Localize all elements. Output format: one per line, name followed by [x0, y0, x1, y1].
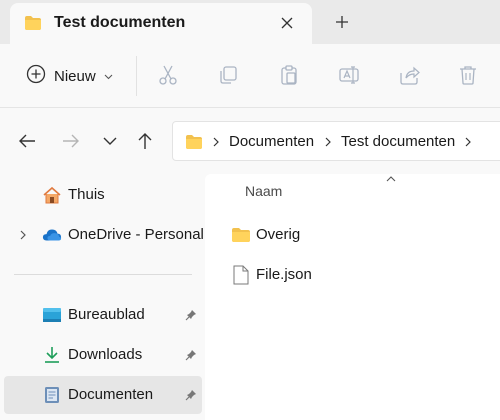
pin-icon[interactable]	[184, 388, 198, 402]
forward-button[interactable]	[59, 129, 83, 153]
command-bar: Nieuw	[0, 44, 500, 108]
navigation-pane: Thuis OneDrive - Personal Bureaublad Dow…	[0, 174, 205, 420]
address-bar[interactable]: Documenten Test documenten	[172, 121, 500, 161]
chevron-right-icon[interactable]	[211, 135, 221, 149]
rename-icon	[339, 66, 359, 84]
plus-icon	[336, 16, 348, 28]
chevron-right-icon[interactable]	[463, 135, 473, 149]
scissors-icon	[159, 65, 177, 85]
recent-locations-button[interactable]	[98, 129, 122, 153]
sidebar-item-documenten[interactable]: Documenten	[4, 376, 202, 414]
clipboard-icon	[281, 65, 297, 85]
tab-title: Test documenten	[54, 14, 186, 31]
rename-button[interactable]	[336, 62, 362, 88]
home-icon	[42, 186, 62, 204]
arrow-right-icon	[63, 134, 79, 148]
tab-test-documenten[interactable]: Test documenten	[10, 3, 312, 44]
sidebar-item-label: Bureaublad	[68, 306, 145, 323]
share-icon	[400, 66, 420, 85]
trash-icon	[460, 66, 476, 85]
desktop-icon	[42, 306, 62, 324]
folder-icon	[231, 225, 251, 245]
folder-icon	[185, 134, 203, 155]
sidebar-divider	[14, 274, 192, 275]
arrow-left-icon	[19, 134, 35, 148]
copy-icon	[220, 66, 237, 84]
pin-icon[interactable]	[184, 348, 198, 362]
sidebar-item-onedrive[interactable]: OneDrive - Personal	[4, 216, 204, 254]
pin-icon[interactable]	[184, 308, 198, 322]
sidebar-item-label: Downloads	[68, 346, 143, 363]
sidebar-item-thuis[interactable]: Thuis	[4, 176, 202, 214]
new-button-label: Nieuw	[54, 67, 96, 85]
close-icon[interactable]	[275, 11, 299, 35]
list-item[interactable]: Overig	[223, 216, 493, 252]
document-icon	[42, 386, 62, 404]
cloud-icon	[42, 226, 62, 244]
folder-icon	[24, 15, 42, 31]
delete-button[interactable]	[455, 62, 481, 88]
up-button[interactable]	[133, 129, 157, 153]
share-button[interactable]	[396, 62, 422, 88]
download-icon	[42, 346, 62, 364]
toolbar-divider	[136, 56, 137, 96]
new-button[interactable]: Nieuw	[18, 58, 121, 94]
back-button[interactable]	[15, 129, 39, 153]
sidebar-item-label: OneDrive - Personal	[68, 226, 204, 243]
chevron-right-icon[interactable]	[323, 135, 333, 149]
chevron-right-icon[interactable]	[18, 228, 28, 242]
file-name: Overig	[256, 226, 301, 243]
file-icon	[231, 265, 251, 285]
chevron-down-icon	[103, 137, 117, 145]
sidebar-item-label: Documenten	[68, 386, 154, 403]
breadcrumb-test-documenten[interactable]: Test documenten	[341, 133, 455, 150]
file-list: Naam Overig File.json	[205, 174, 500, 420]
new-tab-button[interactable]	[330, 10, 354, 34]
plus-circle-icon	[26, 64, 46, 89]
sidebar-item-downloads[interactable]: Downloads	[4, 336, 202, 374]
chevron-down-icon	[104, 67, 113, 85]
sidebar-item-bureaublad[interactable]: Bureaublad	[4, 296, 202, 334]
paste-button[interactable]	[276, 62, 302, 88]
copy-button[interactable]	[215, 62, 241, 88]
breadcrumb-documenten[interactable]: Documenten	[229, 133, 314, 150]
tab-strip: Test documenten	[0, 0, 500, 44]
list-item[interactable]: File.json	[223, 256, 493, 292]
address-row: Documenten Test documenten	[0, 108, 500, 174]
arrow-up-icon	[138, 133, 152, 149]
sidebar-item-label: Thuis	[68, 186, 105, 203]
column-header-name[interactable]: Naam	[245, 183, 282, 199]
cut-button[interactable]	[155, 62, 181, 88]
file-name: File.json	[256, 266, 312, 283]
chevron-up-icon	[385, 174, 397, 184]
